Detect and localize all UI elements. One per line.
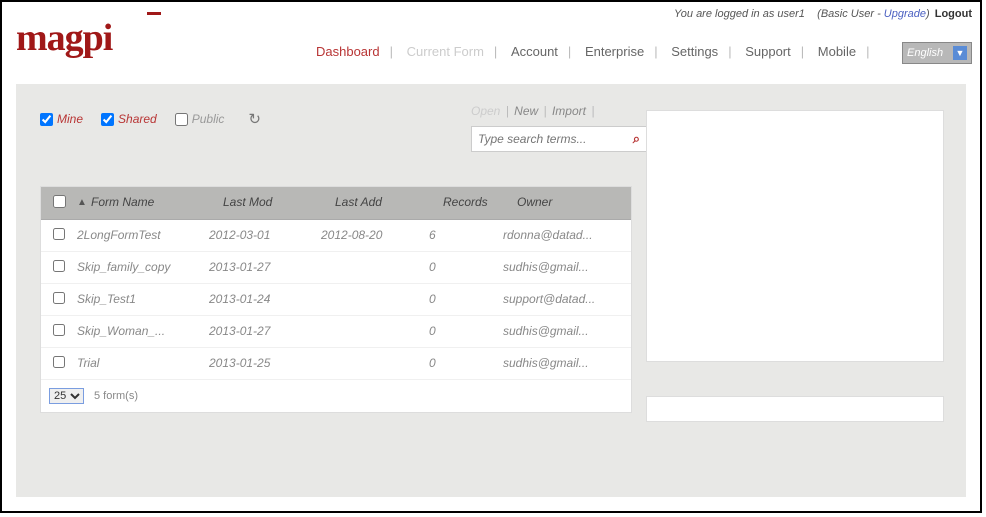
filter-shared[interactable]: Shared xyxy=(101,112,157,126)
action-open: Open xyxy=(471,104,500,118)
filter-public-checkbox[interactable] xyxy=(175,113,188,126)
table-header: ▲ Form Name Last Mod Last Add Records Ow… xyxy=(41,187,631,220)
cell-own: sudhis@gmail... xyxy=(499,354,623,373)
cell-add: 2012-08-20 xyxy=(317,226,425,245)
cell-mod: 2013-01-24 xyxy=(205,290,317,309)
cell-name: Skip_Test1 xyxy=(73,290,205,309)
username: user1 xyxy=(777,8,805,20)
nav-enterprise[interactable]: Enterprise xyxy=(581,44,648,59)
cell-own: rdonna@datad... xyxy=(499,226,623,245)
row-checkbox[interactable] xyxy=(53,228,65,240)
cell-mod: 2013-01-25 xyxy=(205,354,317,373)
nav-settings[interactable]: Settings xyxy=(667,44,722,59)
nav-mobile[interactable]: Mobile xyxy=(814,44,860,59)
search-input[interactable] xyxy=(478,132,628,146)
role-suffix: ) xyxy=(926,8,930,20)
select-all-checkbox[interactable] xyxy=(53,195,66,208)
search-icon[interactable]: ⌕ xyxy=(633,131,640,147)
logout-link[interactable]: Logout xyxy=(935,8,972,20)
language-select[interactable]: English ▼ xyxy=(902,42,972,64)
col-mod[interactable]: Last Mod xyxy=(219,193,331,213)
main-nav: Dashboard| Current Form| Account| Enterp… xyxy=(312,44,875,59)
col-own[interactable]: Owner xyxy=(513,193,623,213)
cell-own: sudhis@gmail... xyxy=(499,322,623,341)
logo-accent xyxy=(147,12,161,15)
upgrade-link[interactable]: Upgrade xyxy=(884,8,926,20)
search-box[interactable]: ⌕ xyxy=(471,126,647,152)
login-prefix: You are logged in as xyxy=(674,8,777,20)
table-row[interactable]: Skip_family_copy2013-01-27 0sudhis@gmail.… xyxy=(41,252,631,284)
nav-dashboard[interactable]: Dashboard xyxy=(312,44,384,59)
form-count: 5 form(s) xyxy=(94,390,138,402)
sort-icon[interactable]: ▲ xyxy=(73,193,87,213)
cell-own: sudhis@gmail... xyxy=(499,258,623,277)
cell-rec: 0 xyxy=(425,258,499,277)
cell-add xyxy=(317,322,425,341)
cell-add xyxy=(317,354,425,373)
table-row[interactable]: Skip_Woman_...2013-01-27 0sudhis@gmail... xyxy=(41,316,631,348)
table-row[interactable]: Skip_Test12013-01-24 0support@datad... xyxy=(41,284,631,316)
filter-public[interactable]: Public xyxy=(175,112,225,126)
cell-mod: 2013-01-27 xyxy=(205,258,317,277)
table-row[interactable]: Trial2013-01-25 0sudhis@gmail... xyxy=(41,348,631,380)
refresh-icon[interactable]: ↻ xyxy=(248,110,261,128)
table-footer: 25 5 form(s) xyxy=(41,380,631,412)
chevron-down-icon: ▼ xyxy=(953,46,967,60)
role-prefix: (Basic User - xyxy=(817,8,884,20)
side-panel-small xyxy=(646,396,944,422)
cell-name: 2LongFormTest xyxy=(73,226,205,245)
nav-account[interactable]: Account xyxy=(507,44,562,59)
action-new[interactable]: New xyxy=(514,104,538,118)
cell-rec: 6 xyxy=(425,226,499,245)
nav-support[interactable]: Support xyxy=(741,44,795,59)
page-size-select[interactable]: 25 xyxy=(49,388,84,404)
col-add[interactable]: Last Add xyxy=(331,193,439,213)
cell-rec: 0 xyxy=(425,322,499,341)
form-actions: Open | New | Import | xyxy=(471,104,596,118)
cell-add xyxy=(317,258,425,277)
cell-rec: 0 xyxy=(425,290,499,309)
forms-table: ▲ Form Name Last Mod Last Add Records Ow… xyxy=(40,186,632,413)
cell-rec: 0 xyxy=(425,354,499,373)
cell-name: Skip_Woman_... xyxy=(73,322,205,341)
action-import[interactable]: Import xyxy=(552,104,586,118)
row-checkbox[interactable] xyxy=(53,260,65,272)
cell-add xyxy=(317,290,425,309)
cell-name: Trial xyxy=(73,354,205,373)
cell-mod: 2012-03-01 xyxy=(205,226,317,245)
logo[interactable]: magpi xyxy=(16,16,112,60)
cell-name: Skip_family_copy xyxy=(73,258,205,277)
filter-mine[interactable]: Mine xyxy=(40,112,83,126)
user-status-bar: You are logged in as user1 (Basic User -… xyxy=(674,8,972,20)
side-panel xyxy=(646,110,944,362)
nav-current-form: Current Form xyxy=(403,44,488,59)
table-row[interactable]: 2LongFormTest2012-03-012012-08-206rdonna… xyxy=(41,220,631,252)
language-value: English xyxy=(907,47,943,59)
filter-mine-checkbox[interactable] xyxy=(40,113,53,126)
filter-shared-checkbox[interactable] xyxy=(101,113,114,126)
cell-mod: 2013-01-27 xyxy=(205,322,317,341)
cell-own: support@datad... xyxy=(499,290,623,309)
row-checkbox[interactable] xyxy=(53,292,65,304)
col-rec[interactable]: Records xyxy=(439,193,513,213)
col-name[interactable]: Form Name xyxy=(87,193,219,213)
row-checkbox[interactable] xyxy=(53,324,65,336)
row-checkbox[interactable] xyxy=(53,356,65,368)
